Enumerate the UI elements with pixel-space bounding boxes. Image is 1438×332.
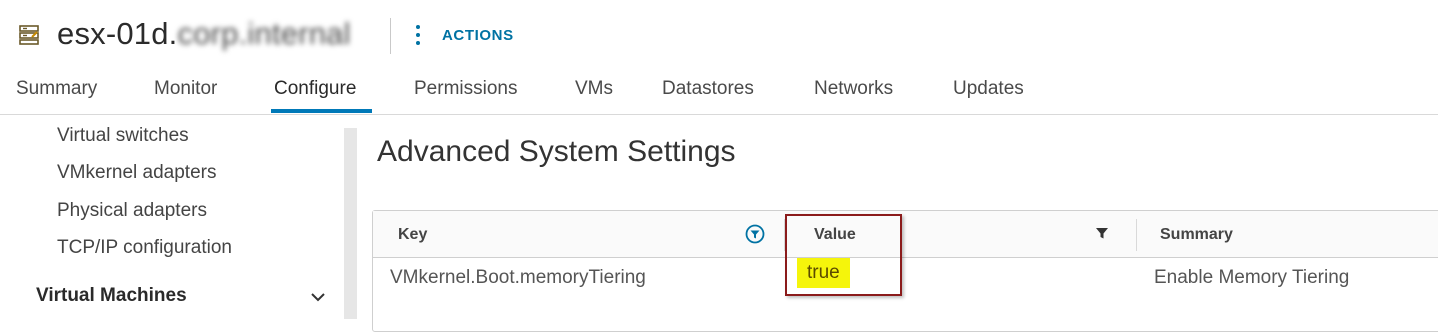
cell-summary: Enable Memory Tiering	[1154, 267, 1350, 288]
header-divider	[390, 18, 391, 54]
column-separator	[1136, 219, 1137, 251]
vertical-ellipsis-icon	[412, 25, 424, 45]
cell-key: VMkernel.Boot.memoryTiering	[390, 267, 646, 288]
sidebar-item-tcpip-configuration[interactable]: TCP/IP configuration	[57, 237, 232, 259]
tab-datastores[interactable]: Datastores	[662, 78, 754, 100]
tab-permissions[interactable]: Permissions	[414, 78, 517, 100]
sidebar-item-vmkernel-adapters[interactable]: VMkernel adapters	[57, 162, 216, 184]
host-name: esx-01d.	[57, 16, 178, 51]
host-title: esx-01d.corp.internal	[57, 16, 351, 52]
actions-label: ACTIONS	[442, 26, 514, 44]
active-tab-indicator	[271, 109, 372, 113]
actions-menu-button[interactable]: ACTIONS	[412, 22, 514, 48]
tab-vms[interactable]: VMs	[575, 78, 613, 100]
tab-bar: Summary Monitor Configure Permissions VM…	[0, 70, 1438, 115]
sidebar-section-virtual-machines[interactable]: Virtual Machines	[36, 285, 187, 307]
tab-monitor[interactable]: Monitor	[154, 78, 217, 100]
annotation-highlight-box	[785, 214, 902, 296]
column-header-key[interactable]: Key	[398, 226, 427, 244]
settings-grid: Key Value Summary VMkernel.Boot.memoryTi…	[372, 210, 1438, 332]
chevron-down-icon[interactable]	[308, 287, 328, 307]
sidebar-item-physical-adapters[interactable]: Physical adapters	[57, 200, 207, 222]
table-row[interactable]: VMkernel.Boot.memoryTiering true Enable …	[373, 258, 1438, 298]
tab-configure[interactable]: Configure	[274, 78, 356, 100]
host-domain-redacted: corp.internal	[177, 16, 351, 51]
tab-networks[interactable]: Networks	[814, 78, 893, 100]
page-title: Advanced System Settings	[377, 135, 736, 168]
filter-circle-icon[interactable]	[745, 224, 765, 244]
tab-updates[interactable]: Updates	[953, 78, 1024, 100]
sidebar-scrollbar[interactable]	[344, 128, 357, 319]
column-header-summary[interactable]: Summary	[1160, 226, 1233, 244]
tab-summary[interactable]: Summary	[16, 78, 97, 100]
host-icon	[18, 24, 40, 46]
filter-icon[interactable]	[1094, 225, 1110, 241]
sidebar-item-virtual-switches[interactable]: Virtual switches	[57, 125, 189, 147]
grid-header: Key Value Summary	[373, 211, 1438, 258]
